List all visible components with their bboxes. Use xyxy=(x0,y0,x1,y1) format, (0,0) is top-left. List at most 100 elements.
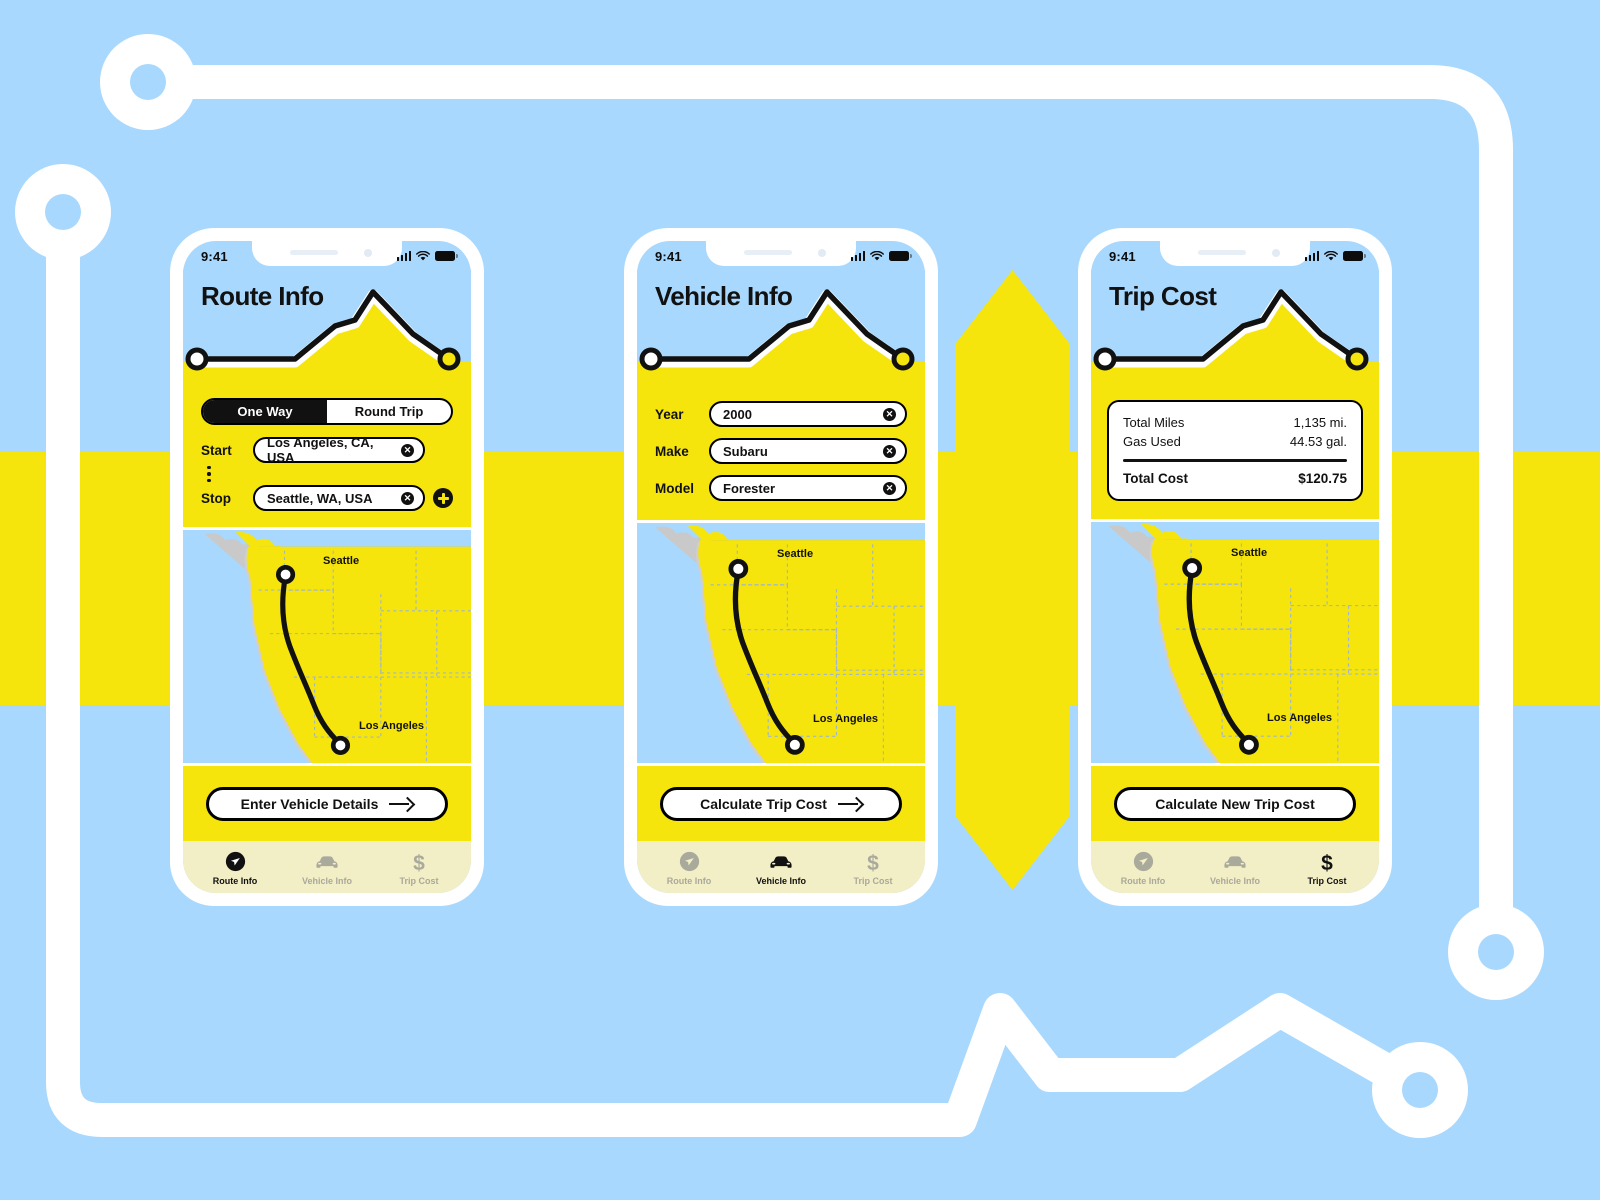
tab-route-info[interactable]: Route Info xyxy=(189,851,281,886)
total-cost-label: Total Cost xyxy=(1123,471,1188,486)
stop-location-row: Stop Seattle, WA, USA ✕ xyxy=(201,485,453,511)
summary-row-gas-used: Gas Used 44.53 gal. xyxy=(1123,432,1347,451)
tab-label: Route Info xyxy=(1120,875,1166,886)
route-form-panel: One Way Round Trip Start Los Angeles, CA… xyxy=(183,384,471,527)
map-label-los-angeles: Los Angeles xyxy=(359,720,424,732)
clear-circle-icon[interactable]: ✕ xyxy=(883,407,896,421)
summary-row-total-cost: Total Cost $120.75 xyxy=(1123,469,1347,488)
svg-text:$: $ xyxy=(1321,852,1333,873)
status-bar-time: 9:41 xyxy=(201,248,228,264)
summary-divider xyxy=(1123,459,1347,462)
status-bar-icons xyxy=(850,250,912,262)
summary-row-total-miles: Total Miles 1,135 mi. xyxy=(1123,413,1347,432)
status-bar-icons xyxy=(396,250,458,262)
gas-used-value: 44.53 gal. xyxy=(1289,434,1347,449)
tab-label: Vehicle Info xyxy=(301,875,352,886)
dollar-sign-icon: $ xyxy=(1319,851,1335,873)
phone-mockup-route-info: 9:41 Route Info One Way Round Trip Start… xyxy=(170,228,484,906)
tab-label: Trip Cost xyxy=(1307,875,1347,886)
stop-location-input[interactable]: Seattle, WA, USA ✕ xyxy=(253,485,425,511)
wifi-icon xyxy=(870,250,884,260)
car-icon xyxy=(314,851,340,873)
trip-cost-panel: Total Miles 1,135 mi. Gas Used 44.53 gal… xyxy=(1091,384,1379,519)
cost-summary-card: Total Miles 1,135 mi. Gas Used 44.53 gal… xyxy=(1107,400,1363,501)
status-bar: 9:41 xyxy=(183,241,471,269)
primary-action-area: Calculate Trip Cost xyxy=(637,763,925,841)
svg-text:$: $ xyxy=(867,852,879,873)
route-map[interactable]: Seattle Los Angeles xyxy=(183,527,471,763)
segment-one-way[interactable]: One Way xyxy=(203,400,327,423)
year-row: Year 2000 ✕ xyxy=(655,401,907,427)
tab-trip-cost[interactable]: $ Trip Cost xyxy=(373,851,465,886)
car-icon xyxy=(1222,851,1248,873)
tab-vehicle-info[interactable]: Vehicle Info xyxy=(735,851,827,886)
tab-vehicle-info[interactable]: Vehicle Info xyxy=(1189,851,1281,886)
dollar-sign-icon: $ xyxy=(411,851,427,873)
clear-circle-icon[interactable]: ✕ xyxy=(401,443,414,457)
route-map[interactable]: Seattle Los Angeles xyxy=(637,520,925,763)
tab-trip-cost[interactable]: $ Trip Cost xyxy=(827,851,919,886)
total-cost-value: $120.75 xyxy=(1298,471,1347,486)
battery-icon xyxy=(889,251,912,261)
tab-label: Route Info xyxy=(666,875,712,886)
arrow-right-icon xyxy=(837,798,862,810)
year-value: 2000 xyxy=(723,406,752,422)
clear-circle-icon[interactable]: ✕ xyxy=(883,481,896,495)
make-input[interactable]: Subaru ✕ xyxy=(709,438,907,464)
trip-type-segmented-control[interactable]: One Way Round Trip xyxy=(201,398,453,425)
stop-label: Stop xyxy=(201,490,231,506)
clear-circle-icon[interactable]: ✕ xyxy=(401,491,414,505)
dollar-sign-icon: $ xyxy=(865,851,881,873)
route-map[interactable]: Seattle Los Angeles xyxy=(1091,519,1379,763)
tab-vehicle-info[interactable]: Vehicle Info xyxy=(281,851,373,886)
car-icon xyxy=(768,851,794,873)
calculate-trip-cost-button[interactable]: Calculate Trip Cost xyxy=(660,786,902,821)
battery-icon xyxy=(1343,251,1366,261)
map-label-seattle: Seattle xyxy=(1231,547,1268,559)
segment-round-trip[interactable]: Round Trip xyxy=(327,400,451,423)
tab-label: Vehicle Info xyxy=(755,875,806,886)
svg-text:$: $ xyxy=(413,852,425,873)
wifi-icon xyxy=(1324,250,1338,260)
battery-icon xyxy=(435,251,458,261)
calculate-new-trip-cost-button[interactable]: Calculate New Trip Cost xyxy=(1114,786,1356,821)
cellular-signal-icon xyxy=(1304,251,1319,261)
screen-trip-cost: 9:41 Trip Cost Total Miles 1,135 mi. Gas… xyxy=(1091,241,1379,893)
primary-action-area: Calculate New Trip Cost xyxy=(1091,763,1379,841)
cta-label: Calculate New Trip Cost xyxy=(1155,795,1315,812)
model-input[interactable]: Forester ✕ xyxy=(709,475,907,501)
page-title: Vehicle Info xyxy=(655,281,793,311)
tab-trip-cost[interactable]: $ Trip Cost xyxy=(1281,851,1373,886)
plus-circle-icon[interactable] xyxy=(433,488,453,508)
year-input[interactable]: 2000 ✕ xyxy=(709,401,907,427)
cellular-signal-icon xyxy=(850,251,865,261)
start-location-input[interactable]: Los Angeles, CA, USA ✕ xyxy=(253,435,425,465)
status-bar: 9:41 xyxy=(637,241,925,269)
phone-mockup-trip-cost: 9:41 Trip Cost Total Miles 1,135 mi. Gas… xyxy=(1078,228,1392,906)
map-label-seattle: Seattle xyxy=(777,548,814,560)
screen-header: Route Info xyxy=(183,269,471,384)
make-row: Make Subaru ✕ xyxy=(655,438,907,464)
total-miles-label: Total Miles xyxy=(1123,415,1185,430)
route-connector xyxy=(201,463,453,485)
map-label-seattle: Seattle xyxy=(323,555,360,567)
year-label: Year xyxy=(655,406,684,422)
tab-route-info[interactable]: Route Info xyxy=(1097,851,1189,886)
status-bar-icons xyxy=(1304,250,1366,262)
wifi-icon xyxy=(416,250,430,260)
primary-action-area: Enter Vehicle Details xyxy=(183,763,471,841)
navigation-arrow-icon xyxy=(679,851,700,873)
map-label-los-angeles: Los Angeles xyxy=(1267,712,1332,724)
enter-vehicle-details-button[interactable]: Enter Vehicle Details xyxy=(206,786,448,821)
screen-route-info: 9:41 Route Info One Way Round Trip Start… xyxy=(183,241,471,893)
start-label: Start xyxy=(201,442,232,458)
model-value: Forester xyxy=(723,480,776,496)
start-location-row: Start Los Angeles, CA, USA ✕ xyxy=(201,435,453,465)
make-label: Make xyxy=(655,443,689,459)
map-label-los-angeles: Los Angeles xyxy=(813,713,878,725)
route-connector-dots-icon xyxy=(201,462,245,487)
arrow-right-icon xyxy=(389,798,413,810)
cellular-signal-icon xyxy=(396,251,411,261)
tab-route-info[interactable]: Route Info xyxy=(643,851,735,886)
clear-circle-icon[interactable]: ✕ xyxy=(883,444,896,458)
